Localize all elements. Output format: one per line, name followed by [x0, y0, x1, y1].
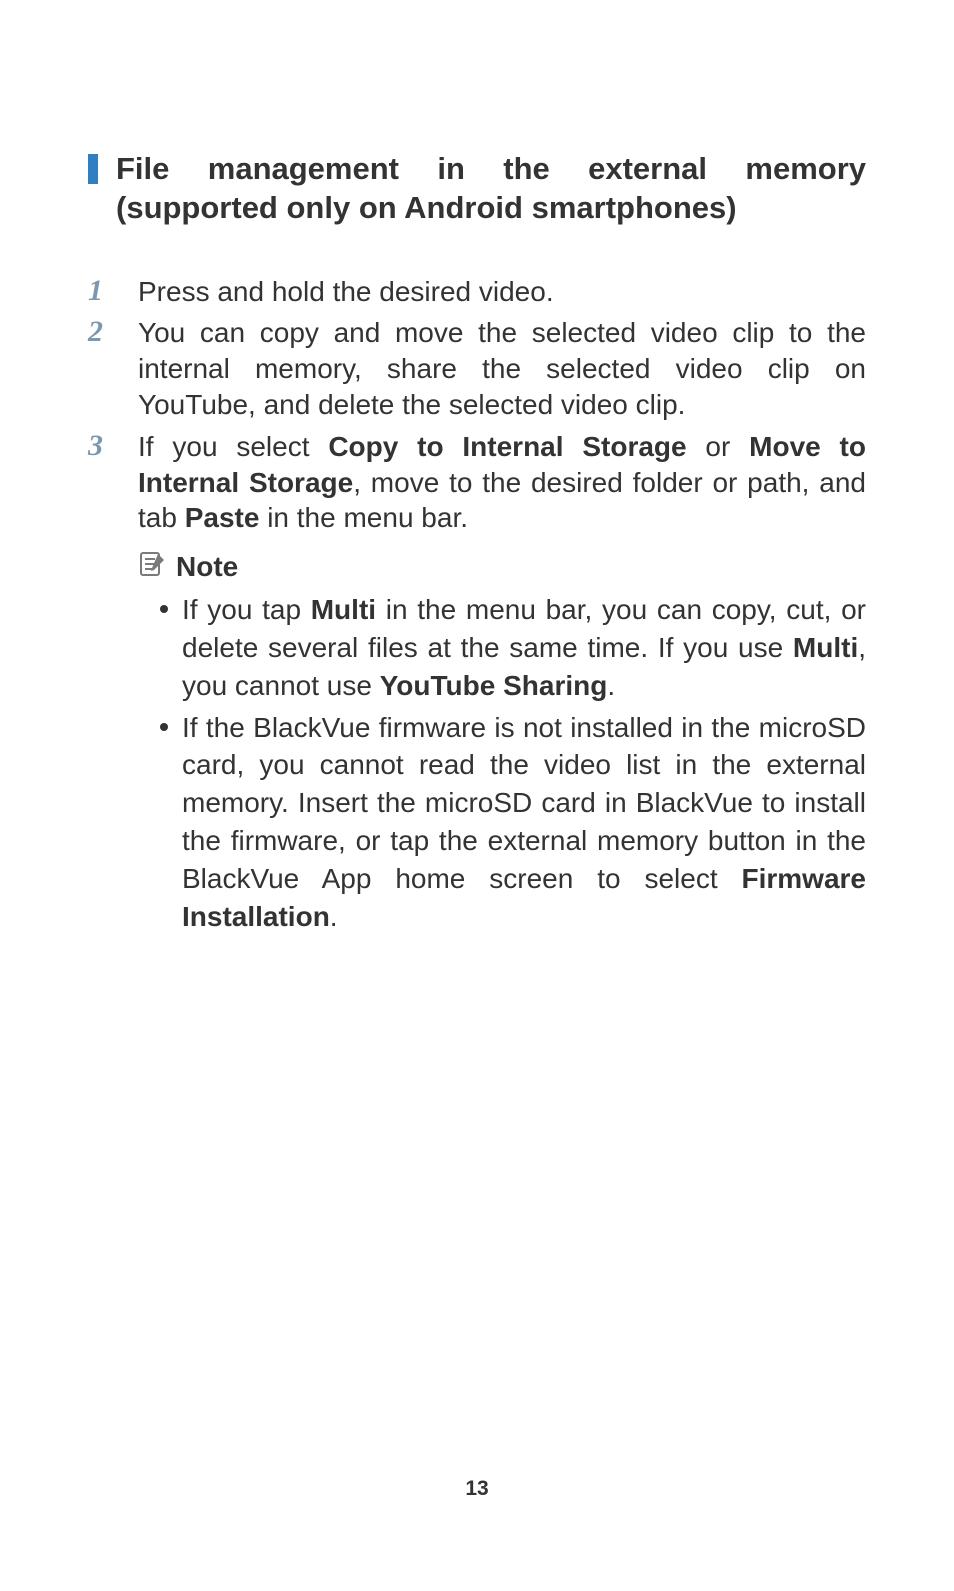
- note-block: Note If you tap Multi in the menu bar, y…: [138, 550, 866, 935]
- step-number: 2: [88, 315, 138, 348]
- step-body: If you select Copy to Internal Storage o…: [138, 429, 866, 536]
- note-icon: [138, 550, 166, 583]
- bold-text: Multi: [793, 632, 858, 663]
- text: in the menu bar.: [259, 502, 468, 533]
- bold-text: Paste: [185, 502, 260, 533]
- text: You can copy and move the selected video…: [138, 317, 866, 420]
- step-body: Press and hold the desired video.: [138, 274, 866, 310]
- note-label: Note: [176, 551, 238, 583]
- heading-text: File management in the external memory (…: [116, 150, 866, 228]
- text: or: [687, 431, 750, 462]
- step-item: 1 Press and hold the desired video.: [88, 274, 866, 310]
- step-body: You can copy and move the selected video…: [138, 315, 866, 422]
- text: If you tap: [182, 594, 311, 625]
- note-bullet-list: If you tap Multi in the menu bar, you ca…: [160, 591, 866, 935]
- step-list: 1 Press and hold the desired video. 2 Yo…: [88, 274, 866, 537]
- step-number: 1: [88, 274, 138, 307]
- bold-text: Copy to Internal Storage: [328, 431, 686, 462]
- bold-text: YouTube Sharing: [380, 670, 608, 701]
- document-page: File management in the external memory (…: [0, 0, 954, 1591]
- page-number: 13: [0, 1477, 954, 1501]
- heading-accent-bar: [88, 154, 98, 184]
- step-number: 3: [88, 429, 138, 462]
- note-bullet: If the BlackVue firmware is not installe…: [160, 709, 866, 936]
- text: Press and hold the desired video.: [138, 276, 554, 307]
- step-item: 3 If you select Copy to Internal Storage…: [88, 429, 866, 536]
- section-heading: File management in the external memory (…: [88, 150, 866, 228]
- bullet-text: If you tap Multi in the menu bar, you ca…: [182, 591, 866, 704]
- note-header: Note: [138, 550, 866, 583]
- note-bullet: If you tap Multi in the menu bar, you ca…: [160, 591, 866, 704]
- step-item: 2 You can copy and move the selected vid…: [88, 315, 866, 422]
- text: .: [607, 670, 615, 701]
- text: .: [330, 901, 338, 932]
- bold-text: Multi: [311, 594, 376, 625]
- bullet-text: If the BlackVue firmware is not installe…: [182, 709, 866, 936]
- text: If you select: [138, 431, 328, 462]
